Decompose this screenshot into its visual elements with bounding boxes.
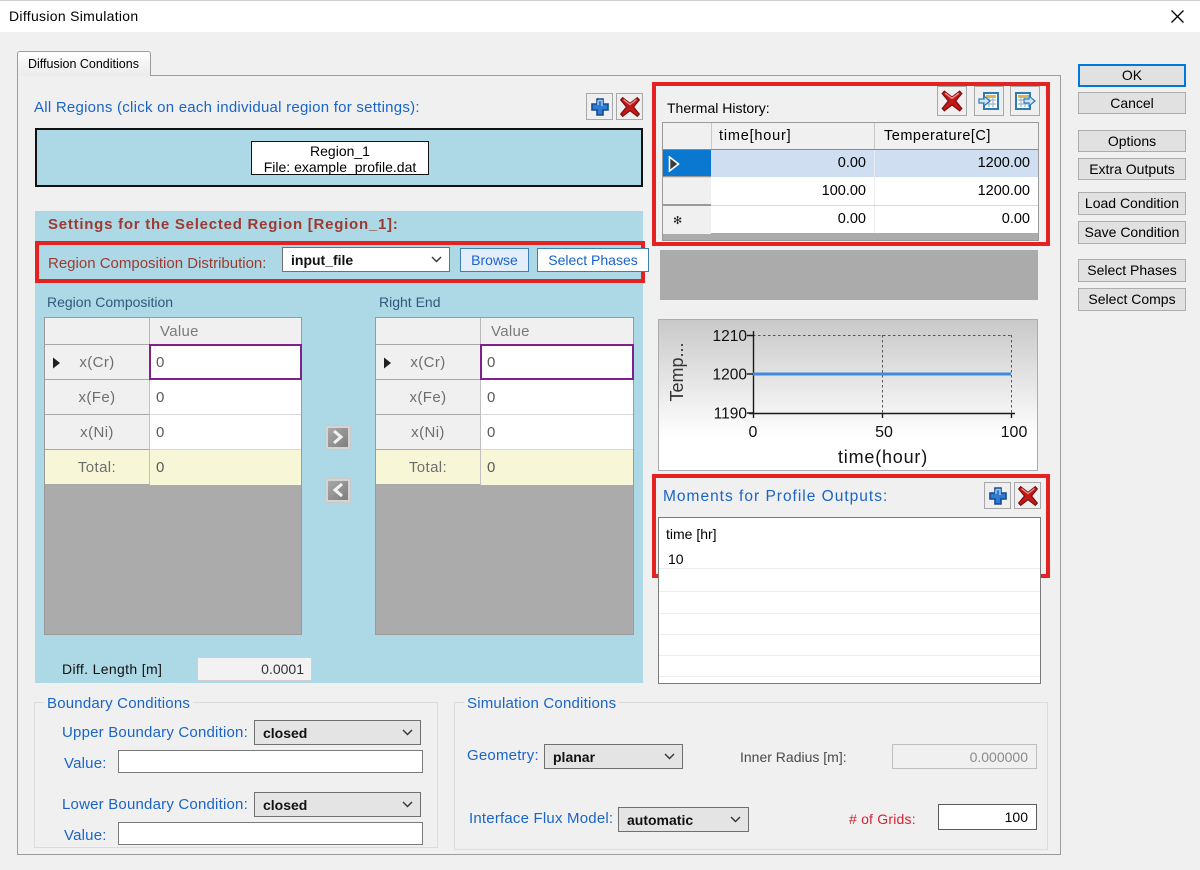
svg-text:1190: 1190 xyxy=(714,406,748,423)
svg-text:50: 50 xyxy=(875,424,893,441)
svg-text:time(hour): time(hour) xyxy=(838,447,928,467)
svg-text:100: 100 xyxy=(1001,424,1028,441)
svg-text:Temp...: Temp... xyxy=(667,342,687,401)
svg-text:1210: 1210 xyxy=(713,328,748,345)
svg-text:0: 0 xyxy=(749,424,758,441)
svg-text:1200: 1200 xyxy=(713,367,748,384)
